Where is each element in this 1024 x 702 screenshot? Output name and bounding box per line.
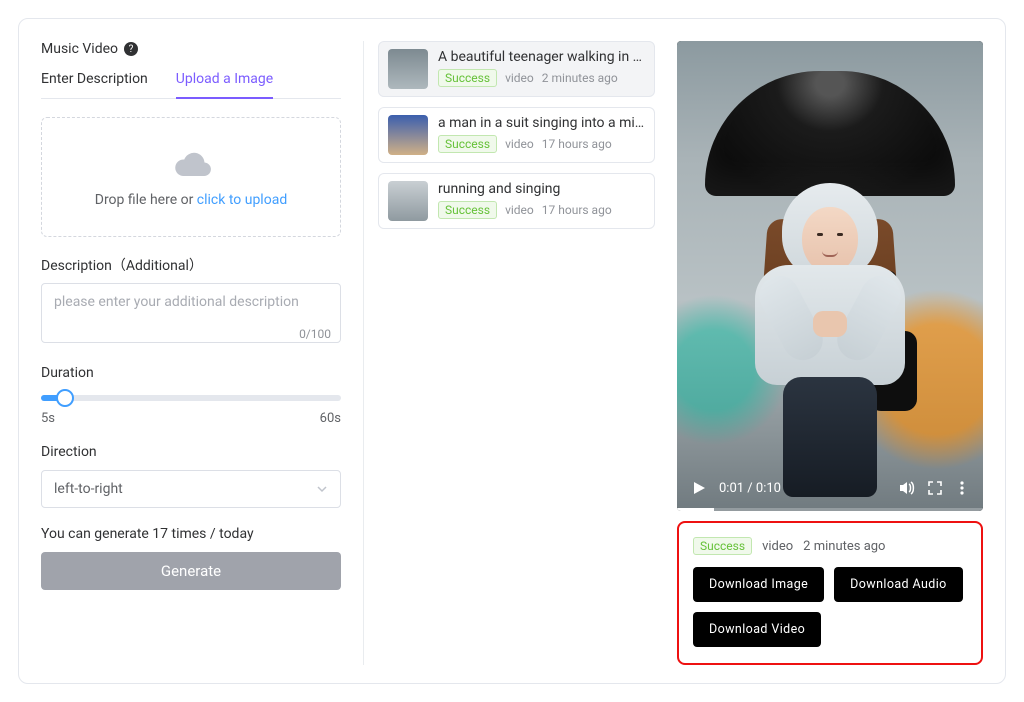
history-title: A beautiful teenager walking in the rain… — [438, 49, 645, 65]
history-item[interactable]: a man in a suit singing into a microphon… — [378, 107, 655, 163]
page-title-row: Music Video ? — [41, 41, 341, 57]
history-kind: video — [505, 203, 534, 217]
history-item[interactable]: A beautiful teenager walking in the rain… — [378, 41, 655, 97]
input-tabs: Enter Description Upload a Image — [41, 71, 341, 99]
duration-slider-thumb[interactable] — [56, 389, 74, 407]
status-badge: Success — [693, 537, 752, 555]
upload-dropzone[interactable]: Drop file here or click to upload — [41, 117, 341, 237]
video-controls: 0:01 / 0:10 — [677, 465, 983, 511]
fullscreen-icon[interactable] — [927, 480, 943, 496]
video-frame — [677, 41, 983, 511]
duration-slider[interactable] — [41, 395, 341, 401]
download-row: Download Image Download Audio Download V… — [693, 567, 967, 647]
help-icon[interactable]: ? — [124, 42, 138, 56]
chevron-down-icon — [316, 483, 328, 495]
history-kind: video — [505, 71, 534, 85]
upload-text: Drop file here or click to upload — [95, 192, 287, 208]
history-kind: video — [505, 137, 534, 151]
preview-column: 0:01 / 0:10 Success video 2 minutes a — [677, 41, 983, 665]
detail-meta: Success video 2 minutes ago — [693, 537, 967, 555]
history-info: running and singing Success video 17 hou… — [438, 181, 645, 221]
download-video-button[interactable]: Download Video — [693, 612, 821, 647]
more-icon[interactable] — [955, 480, 969, 496]
status-badge: Success — [438, 201, 497, 219]
play-icon[interactable] — [691, 480, 707, 496]
duration-max: 60s — [320, 411, 341, 426]
direction-value: left-to-right — [54, 481, 123, 497]
history-thumb — [388, 181, 428, 221]
history-info: A beautiful teenager walking in the rain… — [438, 49, 645, 89]
upload-cloud-icon — [166, 146, 216, 182]
left-column: Music Video ? Enter Description Upload a… — [41, 41, 341, 665]
history-time: 17 hours ago — [542, 137, 612, 151]
video-player[interactable]: 0:01 / 0:10 — [677, 41, 983, 511]
description-label: Description（Additional） — [41, 255, 341, 275]
volume-icon[interactable] — [897, 479, 915, 497]
description-input[interactable] — [41, 283, 341, 343]
direction-select[interactable]: left-to-right — [41, 470, 341, 508]
history-column: A beautiful teenager walking in the rain… — [363, 41, 655, 665]
tab-upload-image[interactable]: Upload a Image — [176, 71, 273, 99]
history-time: 17 hours ago — [542, 203, 612, 217]
detail-panel: Success video 2 minutes ago Download Ima… — [677, 521, 983, 665]
direction-label: Direction — [41, 444, 341, 460]
video-time: 0:01 / 0:10 — [719, 481, 781, 496]
app-panel: Music Video ? Enter Description Upload a… — [18, 18, 1006, 684]
duration-min: 5s — [41, 411, 55, 426]
status-badge: Success — [438, 135, 497, 153]
duration-label: Duration — [41, 365, 341, 381]
description-wrap: 0/100 — [41, 283, 341, 347]
detail-kind: video — [762, 539, 793, 554]
quota-text: You can generate 17 times / today — [41, 526, 341, 542]
description-counter: 0/100 — [299, 327, 331, 341]
history-title: a man in a suit singing into a microphon… — [438, 115, 645, 131]
generate-button[interactable]: Generate — [41, 552, 341, 590]
status-badge: Success — [438, 69, 497, 87]
history-thumb — [388, 115, 428, 155]
download-image-button[interactable]: Download Image — [693, 567, 824, 602]
detail-time: 2 minutes ago — [803, 539, 885, 554]
download-audio-button[interactable]: Download Audio — [834, 567, 963, 602]
history-title: running and singing — [438, 181, 645, 197]
history-info: a man in a suit singing into a microphon… — [438, 115, 645, 155]
upload-link[interactable]: click to upload — [197, 192, 287, 208]
history-thumb — [388, 49, 428, 89]
history-item[interactable]: running and singing Success video 17 hou… — [378, 173, 655, 229]
duration-range: 5s 60s — [41, 411, 341, 426]
page-title: Music Video — [41, 41, 118, 57]
tab-enter-description[interactable]: Enter Description — [41, 71, 148, 98]
history-time: 2 minutes ago — [542, 71, 618, 85]
